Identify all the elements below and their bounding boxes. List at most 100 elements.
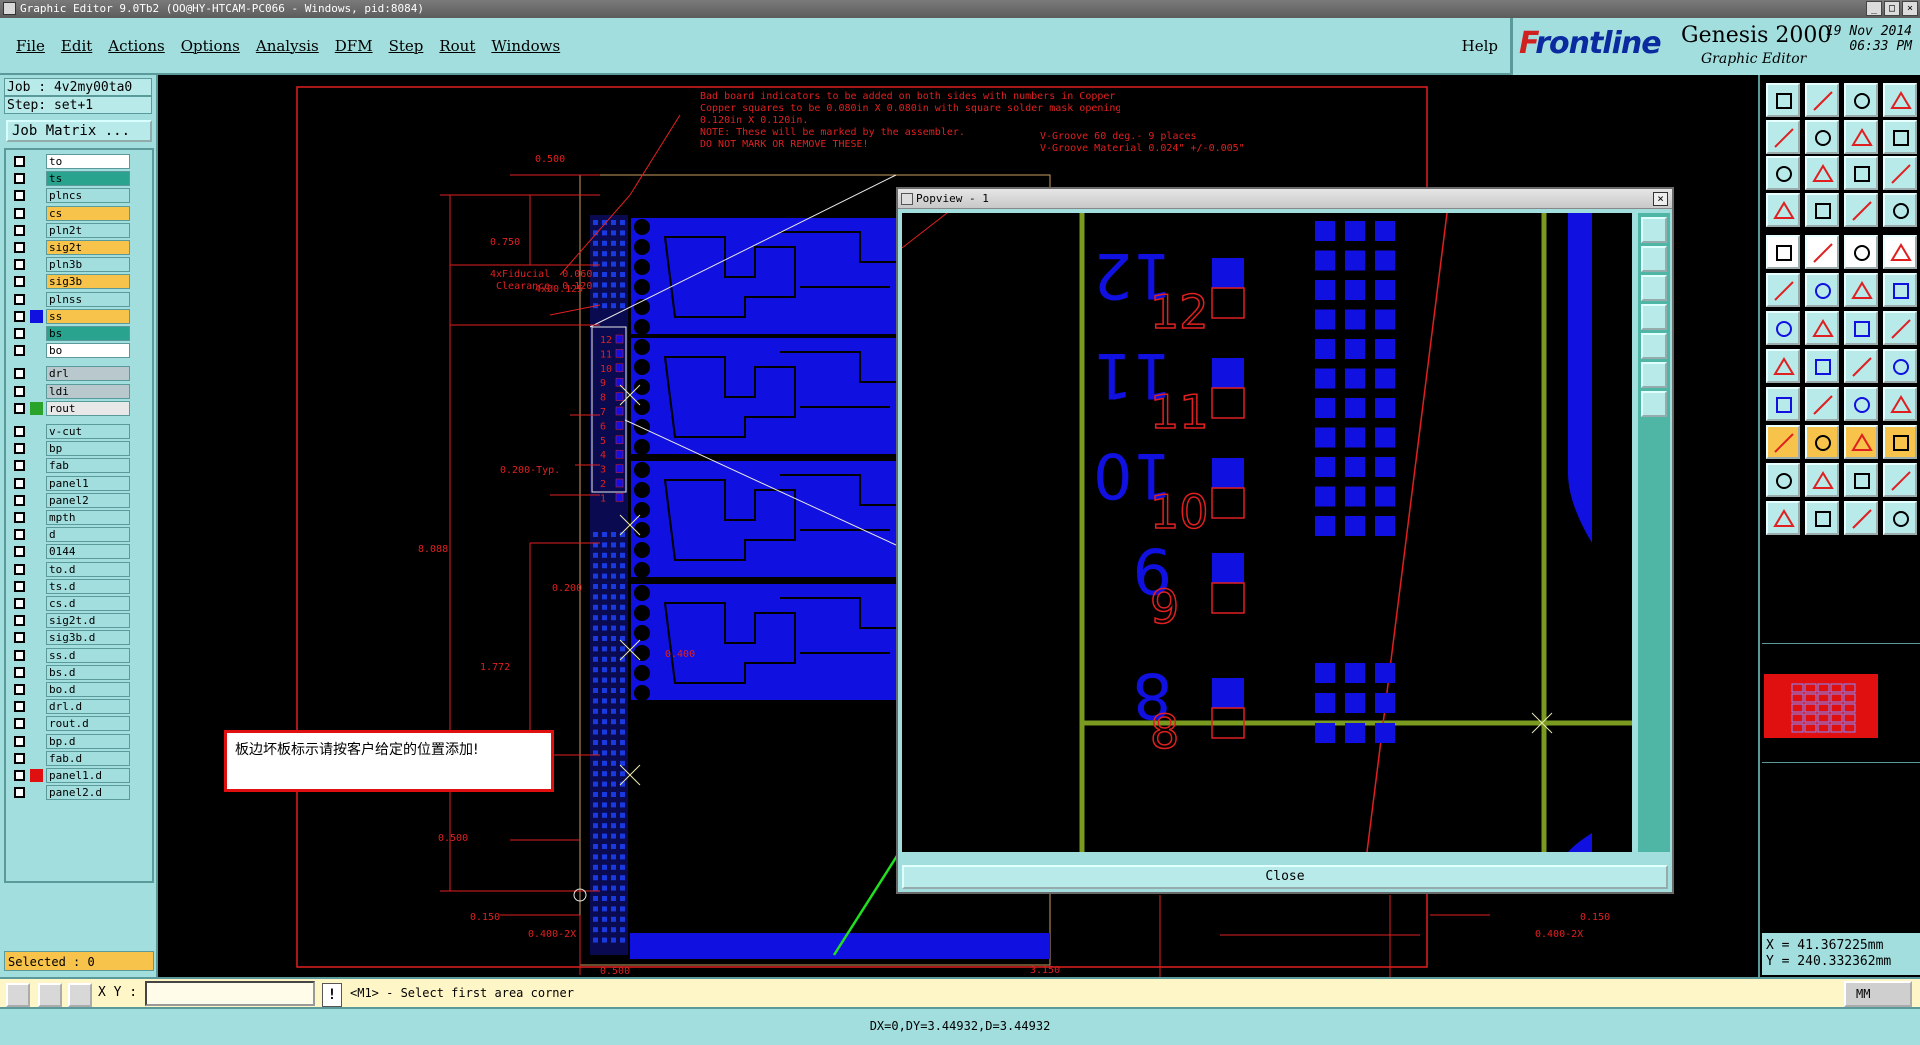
- layer-checkbox[interactable]: [14, 345, 25, 357]
- layer-row[interactable]: panel1: [10, 475, 130, 491]
- tool-button[interactable]: [1766, 387, 1800, 421]
- layer-row[interactable]: cs.d: [10, 596, 130, 611]
- layer-row[interactable]: to.d: [10, 561, 130, 577]
- layer-name[interactable]: 0144: [46, 544, 130, 560]
- layer-name[interactable]: bs: [46, 326, 130, 341]
- tool-button[interactable]: [1766, 192, 1800, 227]
- layer-row[interactable]: fab: [10, 458, 130, 474]
- layer-row[interactable]: plncs: [10, 188, 130, 204]
- tool-button[interactable]: [1883, 119, 1917, 154]
- layer-row[interactable]: pln3b: [10, 257, 130, 273]
- layer-row[interactable]: sig2t.d: [10, 613, 130, 629]
- layer-checkbox[interactable]: [14, 207, 25, 219]
- layer-row[interactable]: cs: [10, 205, 130, 221]
- tool-button[interactable]: [1844, 387, 1878, 421]
- layer-checkbox[interactable]: [14, 190, 25, 202]
- layer-name[interactable]: cs.d: [46, 596, 130, 611]
- tool-button[interactable]: [1805, 156, 1839, 190]
- layer-checkbox[interactable]: [14, 494, 25, 506]
- layer-name[interactable]: rout: [46, 400, 130, 416]
- tool-button[interactable]: [1883, 425, 1917, 459]
- layer-row[interactable]: 0144: [10, 544, 130, 560]
- layer-checkbox[interactable]: [14, 546, 25, 558]
- layer-row[interactable]: sig3b.d: [10, 630, 130, 646]
- layer-checkbox[interactable]: [14, 328, 25, 339]
- layer-row[interactable]: bp.d: [10, 733, 130, 749]
- layer-row[interactable]: v-cut: [10, 424, 130, 439]
- popview-tool-fit[interactable]: [1641, 217, 1667, 243]
- layer-checkbox[interactable]: [14, 512, 25, 523]
- tool-button[interactable]: [1766, 156, 1800, 190]
- warning-icon[interactable]: !: [322, 983, 342, 1007]
- layer-name[interactable]: sig2t: [46, 240, 130, 255]
- popview-tool-home[interactable]: [1641, 333, 1667, 359]
- layer-name[interactable]: ss.d: [46, 647, 130, 663]
- layer-checkbox[interactable]: [14, 385, 25, 397]
- tool-button[interactable]: [1805, 311, 1839, 345]
- layer-checkbox[interactable]: [14, 787, 25, 799]
- layer-row[interactable]: bo: [10, 343, 130, 359]
- layer-checkbox[interactable]: [14, 443, 25, 455]
- menu-file[interactable]: File: [8, 37, 53, 55]
- layer-row[interactable]: panel2.d: [10, 785, 130, 801]
- layer-checkbox[interactable]: [14, 563, 25, 575]
- tool-button[interactable]: [1805, 463, 1839, 497]
- tool-button[interactable]: [1766, 273, 1800, 307]
- tool-button[interactable]: [1805, 235, 1839, 269]
- layer-checkbox[interactable]: [14, 276, 25, 288]
- layer-row[interactable]: fab.d: [10, 750, 130, 766]
- tool-button[interactable]: [1844, 119, 1878, 154]
- tool-button[interactable]: [1766, 501, 1800, 535]
- close-window-button[interactable]: ×: [1902, 1, 1918, 16]
- layer-row[interactable]: panel1.d: [10, 768, 130, 783]
- tool-button[interactable]: [1805, 119, 1839, 154]
- tool-button[interactable]: [1844, 235, 1878, 269]
- layer-name[interactable]: ss: [46, 308, 130, 324]
- layer-name[interactable]: panel2.d: [46, 785, 130, 801]
- layer-row[interactable]: bo.d: [10, 682, 130, 697]
- menu-step[interactable]: Step: [381, 37, 432, 55]
- tool-button[interactable]: [1883, 83, 1917, 117]
- layer-name[interactable]: sig3b: [46, 274, 130, 290]
- popview-close-icon[interactable]: ×: [1653, 192, 1668, 206]
- layer-name[interactable]: fab: [46, 458, 130, 474]
- tool-button[interactable]: [1844, 273, 1878, 307]
- layer-name[interactable]: bp: [46, 441, 130, 457]
- layer-name[interactable]: rout.d: [46, 716, 130, 732]
- layer-checkbox[interactable]: [14, 718, 25, 730]
- layer-checkbox[interactable]: [14, 259, 25, 271]
- tool-button[interactable]: [1766, 425, 1800, 459]
- layer-row[interactable]: bp: [10, 441, 130, 457]
- tool-button[interactable]: [1766, 235, 1800, 269]
- tool-button[interactable]: [1844, 349, 1878, 383]
- layer-checkbox[interactable]: [14, 426, 25, 437]
- measure-icon[interactable]: [68, 983, 92, 1007]
- menu-analysis[interactable]: Analysis: [248, 37, 327, 55]
- layer-row[interactable]: ldi: [10, 383, 130, 399]
- layer-name[interactable]: fab.d: [46, 750, 130, 766]
- tool-button[interactable]: [1844, 83, 1878, 117]
- popview-tool-expand[interactable]: [1641, 362, 1667, 388]
- layer-name[interactable]: ldi: [46, 383, 130, 399]
- layer-checkbox[interactable]: [14, 224, 25, 236]
- layer-name[interactable]: pln3b: [46, 257, 130, 273]
- tool-button[interactable]: [1805, 83, 1839, 117]
- layer-checkbox[interactable]: [14, 770, 25, 781]
- popview-tool-zoom-in[interactable]: [1641, 246, 1667, 272]
- tool-button[interactable]: [1844, 501, 1878, 535]
- layer-name[interactable]: sig2t.d: [46, 613, 130, 629]
- tool-button[interactable]: [1883, 235, 1917, 269]
- tool-button[interactable]: [1883, 273, 1917, 307]
- layer-checkbox[interactable]: [14, 632, 25, 644]
- layer-name[interactable]: v-cut: [46, 424, 130, 439]
- layer-row[interactable]: ss.d: [10, 647, 130, 663]
- menu-edit[interactable]: Edit: [53, 37, 100, 55]
- layer-checkbox[interactable]: [14, 402, 25, 414]
- layer-checkbox[interactable]: [14, 580, 25, 592]
- grid-snap-icon[interactable]: [38, 983, 62, 1007]
- layer-name[interactable]: plnss: [46, 291, 130, 307]
- tool-button[interactable]: [1805, 501, 1839, 535]
- layer-row[interactable]: d: [10, 527, 130, 543]
- tool-button[interactable]: [1883, 156, 1917, 190]
- layer-name[interactable]: bo: [46, 343, 130, 359]
